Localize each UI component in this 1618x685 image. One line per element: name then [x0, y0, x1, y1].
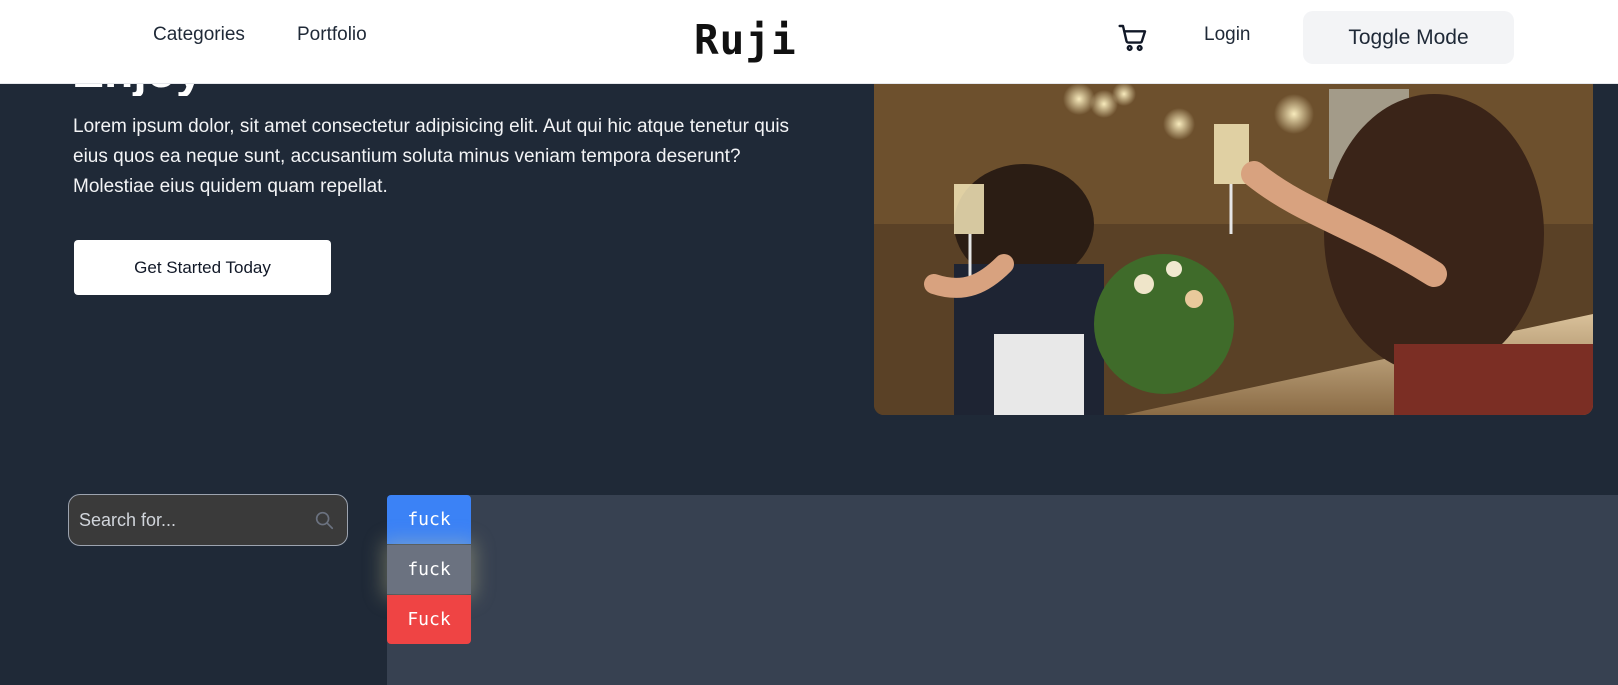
party-photo-illustration: [874, 84, 1593, 415]
hero-title: Enjoy: [72, 84, 203, 96]
brand-logo[interactable]: Ruji: [694, 16, 797, 64]
search-icon[interactable]: [313, 509, 335, 531]
search-input[interactable]: [79, 505, 299, 535]
content-panel: [387, 495, 1618, 685]
tag-button-gray[interactable]: fuck: [387, 545, 471, 594]
tag-button-blue[interactable]: fuck: [387, 495, 471, 544]
toggle-mode-button[interactable]: Toggle Mode: [1303, 11, 1514, 64]
get-started-button[interactable]: Get Started Today: [74, 240, 331, 295]
nav-link-portfolio[interactable]: Portfolio: [297, 24, 367, 46]
login-link[interactable]: Login: [1204, 24, 1251, 46]
search-box: [68, 494, 348, 546]
hero-image: [874, 84, 1593, 415]
hero-description: Lorem ipsum dolor, sit amet consectetur …: [73, 116, 790, 197]
cart-icon[interactable]: [1117, 22, 1149, 54]
hero-title-container: Enjoy: [72, 84, 772, 96]
tag-button-red[interactable]: Fuck: [387, 595, 471, 644]
top-navbar: Categories Portfolio Ruji Login Toggle M…: [0, 0, 1618, 84]
nav-link-categories[interactable]: Categories: [153, 24, 245, 46]
